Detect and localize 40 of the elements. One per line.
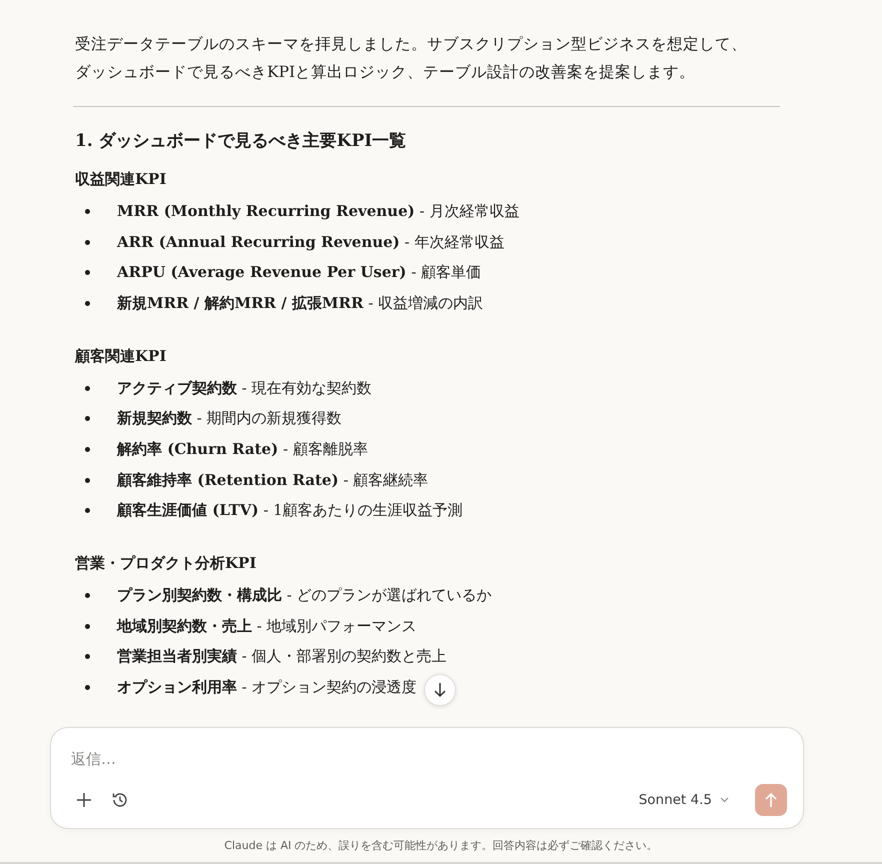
plus-icon (76, 792, 92, 808)
list-item-text: 顧客生涯価値 (LTV) - 1顧客あたりの生涯収益予測 (117, 501, 463, 520)
bullet-icon (85, 416, 90, 422)
list-item-text: MRR (Monthly Recurring Revenue) - 月次経常収益 (117, 202, 520, 221)
section-heading: 1. ダッシュボードで見るべき主要KPI一覧 (75, 130, 408, 152)
intro-paragraph: 受注データテーブルのスキーマを拝見しました。サブスクリプション型ビジネスを想定して、ダッシュボードで見るべきKPIと算出ロジック、テーブル設計の改善案を提案します。 (75, 34, 748, 83)
scroll-down-button[interactable] (424, 674, 456, 706)
list-item-text: 顧客維持率 (Retention Rate) - 顧客継続率 (117, 470, 428, 490)
bullet-icon (85, 240, 90, 245)
bullet-icon (85, 685, 90, 690)
bullet-icon (85, 624, 90, 629)
bullet-icon (85, 593, 90, 598)
subsection-title: 顧客関連KPI (75, 346, 168, 367)
list-item-text: アクティブ契約数 - 現在有効な契約数 (117, 378, 372, 398)
list-item-text: オプション利用率 - オプション契約の浸透度 (117, 678, 417, 698)
list-item-text: 地域別契約数・売上 - 地域別パフォーマンス (117, 616, 417, 636)
chevron-down-icon (720, 797, 729, 803)
list-item-text: 新規MRR / 解約MRR / 拡張MRR - 収益増減の内訳 (117, 294, 484, 313)
bullet-icon (85, 208, 90, 214)
subsection-title: 営業・プロダクト分析KPI (75, 553, 258, 574)
bullet-icon (85, 446, 90, 452)
list-item-text: ARR (Annual Recurring Revenue) - 年次経常収益 (117, 232, 504, 252)
subsection-title: 収益関連KPI (75, 169, 168, 190)
bullet-icon (85, 654, 90, 660)
bullet-icon (85, 478, 90, 483)
list-item-text: プラン別契約数・構成比 - どのプランが選ばれているか (117, 586, 492, 606)
disclaimer-text: Claude は AI のため、誤りを含む可能性があります。回答内容は必ずご確認ください。 (223, 838, 659, 853)
list-item-text: ARPU (Average Revenue Per User) - 顧客単価 (117, 263, 482, 282)
arrow-up-icon (764, 792, 778, 808)
bullet-icon (85, 270, 90, 276)
clock-icon (111, 791, 129, 809)
list-item-text: 解約率 (Churn Rate) - 顧客離脱率 (117, 440, 368, 459)
model-selector[interactable]: Sonnet 4.5 (632, 788, 735, 812)
bullet-icon (85, 508, 90, 514)
arrow-down-icon (433, 682, 447, 698)
bullet-icon (85, 300, 90, 306)
list-item-text: 新規契約数 - 期間内の新規獲得数 (117, 409, 342, 428)
list-item-text: 営業担当者別実績 - 個人・部署別の契約数と売上 (117, 647, 447, 666)
reply-input[interactable]: 返信… (71, 746, 787, 772)
bullet-icon (85, 386, 90, 391)
